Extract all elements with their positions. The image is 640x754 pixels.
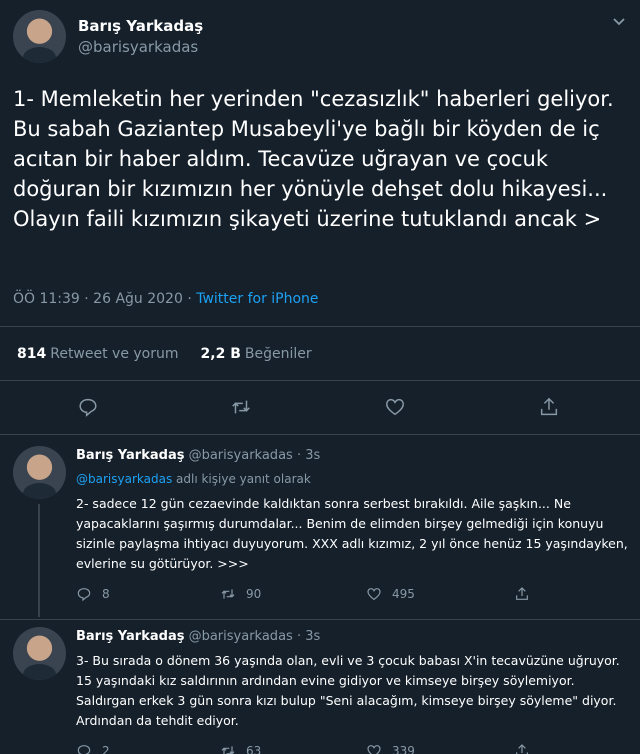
tweet-action-bar xyxy=(0,396,640,424)
reply-author-handle[interactable]: @barisyarkadas xyxy=(189,629,293,644)
reply-tweet[interactable]: Barış Yarkadaş @barisyarkadas · 3s @bari… xyxy=(0,434,640,619)
likes-count: 2,2 B xyxy=(200,346,241,362)
reply-author-name[interactable]: Barış Yarkadaş xyxy=(76,629,184,644)
retweet-icon xyxy=(221,746,235,754)
reply-button[interactable] xyxy=(77,396,101,420)
heart-icon xyxy=(386,398,404,416)
reply-avatar[interactable] xyxy=(13,446,66,499)
chevron-down-icon[interactable] xyxy=(612,14,626,28)
tweet-client-link[interactable]: Twitter for iPhone xyxy=(196,291,318,307)
share-button[interactable] xyxy=(538,396,562,420)
retweet-button[interactable] xyxy=(230,396,254,420)
reply-to-mention[interactable]: @barisyarkadas xyxy=(76,472,172,486)
reply-icon xyxy=(77,588,91,602)
like-button[interactable] xyxy=(384,396,408,420)
reply-share-button[interactable] xyxy=(514,743,530,754)
retweets-count: 814 xyxy=(17,346,47,362)
reply-like-button[interactable]: 495 xyxy=(366,586,415,602)
divider xyxy=(0,326,640,327)
reply-author-handle[interactable]: @barisyarkadas xyxy=(189,448,293,463)
reply-retweet-button[interactable]: 63 xyxy=(220,743,261,754)
author-name[interactable]: Barış Yarkadaş xyxy=(78,17,203,35)
likes-label: Beğeniler xyxy=(244,346,312,362)
reply-reply-button[interactable]: 8 xyxy=(76,586,110,602)
reply-header: Barış Yarkadaş @barisyarkadas · 3s xyxy=(76,448,320,463)
reply-retweet-button[interactable]: 90 xyxy=(220,586,261,602)
divider xyxy=(0,380,640,381)
reply-retweets-count: 63 xyxy=(246,744,262,754)
heart-icon xyxy=(367,588,381,601)
share-icon xyxy=(516,587,528,600)
author-avatar[interactable] xyxy=(13,10,66,63)
reply-replies-count: 2 xyxy=(102,744,110,754)
reply-author-name[interactable]: Barış Yarkadaş xyxy=(76,448,184,463)
author-handle[interactable]: @barisyarkadas xyxy=(78,38,198,56)
retweets-stat[interactable]: 814 Retweet ve yorum xyxy=(17,346,179,362)
reply-likes-count: 339 xyxy=(392,744,415,754)
share-icon xyxy=(540,397,558,416)
share-icon xyxy=(516,744,528,754)
tweet-text: 1- Memleketin her yerinden "cezasızlık" … xyxy=(13,87,614,231)
reply-icon xyxy=(77,745,91,754)
reply-header: Barış Yarkadaş @barisyarkadas · 3s xyxy=(76,629,320,644)
tweet-timestamp[interactable]: ÖÖ 11:39 · 26 Ağu 2020 · xyxy=(13,291,196,307)
heart-icon xyxy=(367,745,381,754)
reply-replies-count: 8 xyxy=(102,587,110,601)
reply-likes-count: 495 xyxy=(392,587,415,601)
reply-text: 3- Bu sırada o dönem 36 yaşında olan, ev… xyxy=(76,653,620,728)
thread-line xyxy=(38,504,40,617)
retweet-icon xyxy=(221,589,235,599)
reply-text: 2- sadece 12 gün cezaevinde kaldıktan so… xyxy=(76,496,628,571)
reply-action-bar: 8 90 495 xyxy=(76,586,576,606)
reply-tweet[interactable]: Barış Yarkadaş @barisyarkadas · 3s 3- Bu… xyxy=(0,619,640,754)
reply-icon xyxy=(79,398,97,417)
tweet-meta: ÖÖ 11:39 · 26 Ağu 2020 · Twitter for iPh… xyxy=(13,291,319,307)
reply-to-suffix: adlı kişiye yanıt olarak xyxy=(172,472,311,486)
reply-share-button[interactable] xyxy=(514,586,530,602)
reply-action-bar: 2 63 339 xyxy=(76,743,576,754)
reply-retweets-count: 90 xyxy=(246,587,262,601)
likes-stat[interactable]: 2,2 B Beğeniler xyxy=(201,346,312,362)
reply-avatar[interactable] xyxy=(13,627,66,680)
tweet-stats: 814 Retweet ve yorum 2,2 B Beğeniler xyxy=(17,346,312,362)
retweet-icon xyxy=(232,400,250,414)
reply-to-line: @barisyarkadas adlı kişiye yanıt olarak xyxy=(76,472,311,486)
reply-reply-button[interactable]: 2 xyxy=(76,743,110,754)
reply-time[interactable]: · 3s xyxy=(297,629,320,644)
retweets-label: Retweet ve yorum xyxy=(50,346,179,362)
reply-like-button[interactable]: 339 xyxy=(366,743,415,754)
reply-time[interactable]: · 3s xyxy=(297,448,320,463)
